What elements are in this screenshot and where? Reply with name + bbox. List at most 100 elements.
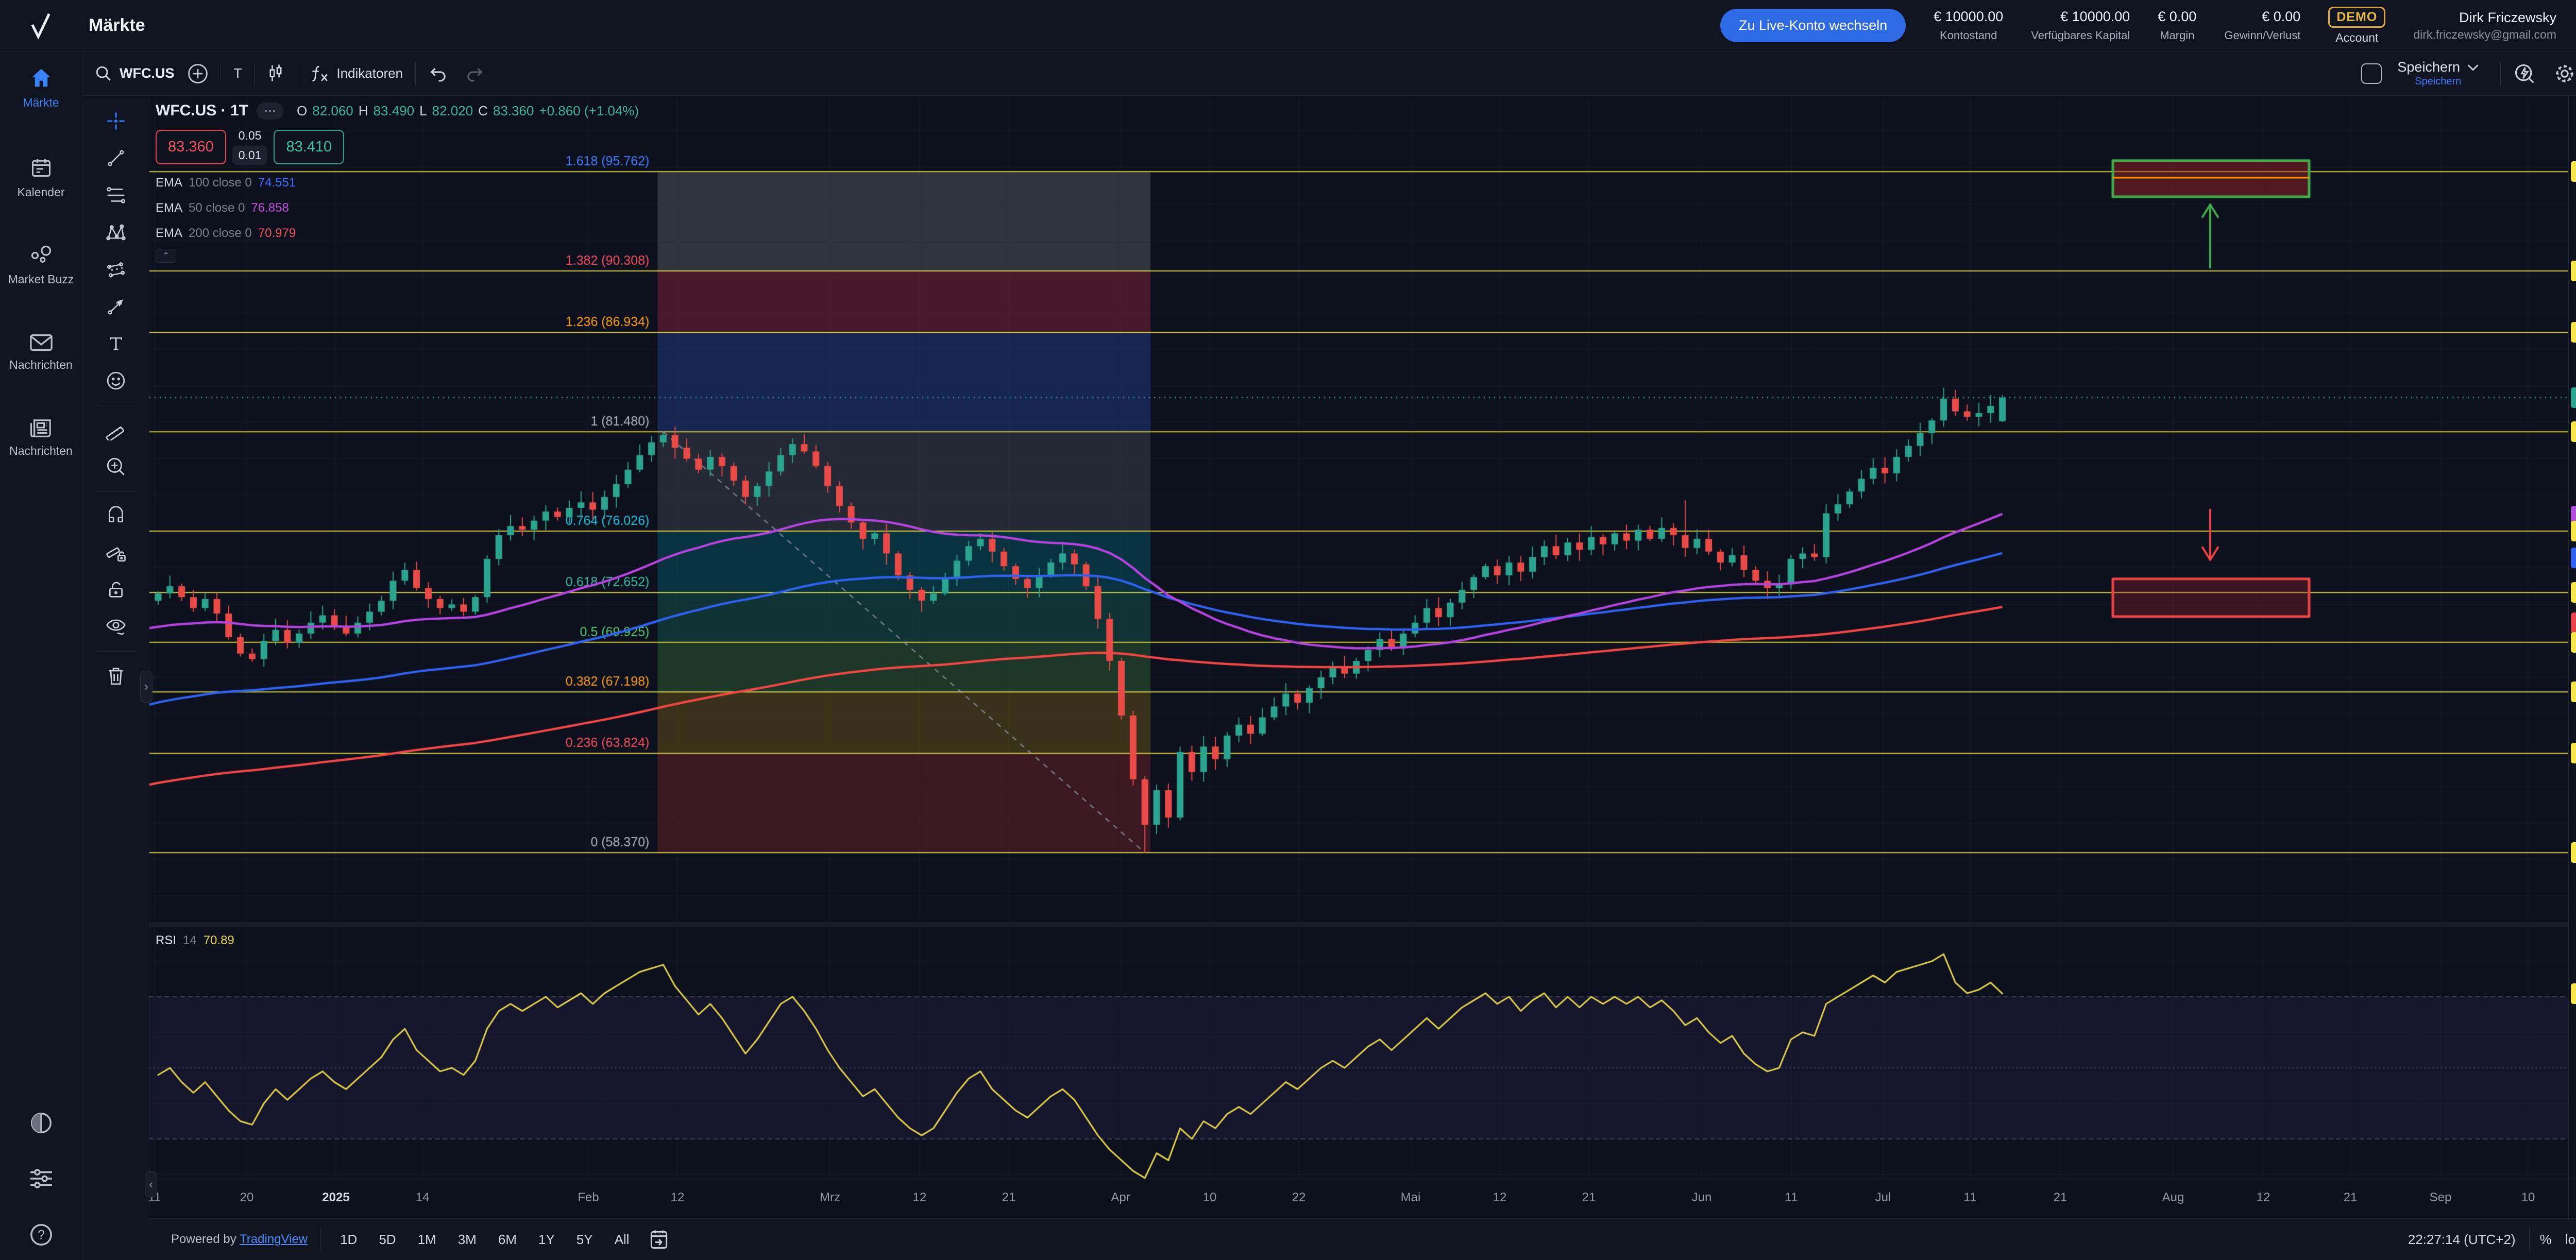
rsi-axis-label: 50.00 — [2569, 1060, 2576, 1075]
time-axis[interactable]: 1120202514Feb12Mrz1221Apr1022Mai1221Jun1… — [149, 1179, 2568, 1218]
legend-collapse-button[interactable]: ⌃ — [156, 249, 176, 263]
demo-badge: DEMO — [2328, 7, 2385, 28]
range-switcher: 1D 5D 1M 3M 6M 1Y 5Y All — [333, 1228, 636, 1252]
price-axis-label: 66.000 — [2569, 706, 2576, 721]
help-icon[interactable]: ? — [29, 1223, 53, 1247]
clock[interactable]: 22:27:14 (UTC+2) — [2408, 1232, 2516, 1248]
price-axis-label: 60.000 — [2569, 815, 2576, 830]
switch-live-account-button[interactable]: Zu Live-Konto wechseln — [1720, 9, 1906, 42]
app-logo[interactable] — [0, 11, 82, 40]
chart-type-candles-icon[interactable] — [267, 64, 284, 83]
remove-drawings-tool[interactable] — [100, 660, 132, 692]
price-axis-badge: 83.360 — [2571, 387, 2576, 408]
axis-collapse-button[interactable]: ‹ — [145, 1171, 157, 1197]
legend-symbol-interval[interactable]: WFC.US · 1T — [156, 102, 248, 120]
text-tool[interactable] — [100, 328, 132, 360]
range-1m[interactable]: 1M — [411, 1228, 444, 1252]
gear-icon[interactable] — [2553, 62, 2576, 85]
sidebar-item-label: Nachrichten — [9, 444, 73, 457]
time-axis-label: 14 — [399, 1190, 446, 1205]
range-5d[interactable]: 5D — [371, 1228, 403, 1252]
price-axis-badge: 86.934 — [2571, 322, 2576, 343]
sidebar-item-nachrichten-mail[interactable]: Nachrichten — [3, 333, 80, 371]
trend-line-tool[interactable] — [100, 142, 132, 174]
emoji-tool[interactable] — [100, 365, 132, 397]
indicator-legend-ema50[interactable]: EMA50 close 0 76.858 — [156, 201, 639, 215]
undo-icon[interactable] — [428, 65, 448, 82]
rsi-axis-label: 60.00 — [2569, 1025, 2576, 1040]
indicators-label: Indikatoren — [336, 65, 403, 81]
indicator-legend-ema100[interactable]: EMA100 close 0 74.551 — [156, 176, 639, 190]
legend-more-icon[interactable]: ⋯ — [257, 103, 283, 120]
compare-add-icon[interactable] — [188, 63, 208, 84]
arrow-marker-tool[interactable] — [100, 291, 132, 322]
parallel-channel-tool[interactable] — [100, 253, 132, 285]
range-6m[interactable]: 6M — [491, 1228, 524, 1252]
time-axis-label: 22 — [1276, 1190, 1322, 1205]
page-title: Märkte — [89, 15, 145, 36]
measure-ruler-tool[interactable] — [100, 414, 132, 446]
time-axis-label: Feb — [565, 1190, 612, 1205]
goto-date-icon[interactable] — [648, 1228, 670, 1251]
bubbles-icon — [29, 245, 54, 266]
account-type: DEMO Account — [2328, 7, 2385, 45]
save-control[interactable]: Speichern Speichern — [2397, 60, 2479, 88]
stat-verfuegbares-kapital: € 10000.00 Verfügbares Kapital — [2031, 9, 2130, 42]
lock-drawings-tool[interactable] — [100, 574, 132, 606]
percent-scale-button[interactable]: % — [2540, 1232, 2552, 1248]
fib-retracement-tool[interactable] — [100, 179, 132, 211]
sidebar-item-kalender[interactable]: Kalender — [3, 157, 80, 199]
xabcd-pattern-tool[interactable] — [100, 216, 132, 248]
symbol-search[interactable]: WFC.US — [95, 65, 174, 82]
sidebar-item-market-buzz[interactable]: Market Buzz — [3, 245, 80, 286]
crosshair-tool[interactable] — [100, 105, 132, 137]
time-axis-label: Aug — [2150, 1190, 2196, 1205]
check-logo-icon — [29, 11, 53, 40]
price-axis-label: 86.000 — [2569, 342, 2576, 356]
contrast-icon[interactable] — [30, 1112, 53, 1134]
time-axis-label: 21 — [2327, 1190, 2374, 1205]
stat-value: € 10000.00 — [1934, 9, 2003, 25]
hide-drawings-tool[interactable] — [100, 611, 132, 643]
price-axis-badge: 76.026 — [2571, 521, 2576, 541]
time-axis-settings[interactable] — [2568, 1179, 2576, 1218]
buy-button[interactable]: 83.410 — [274, 130, 344, 164]
layout-checkbox[interactable] — [2361, 63, 2382, 84]
range-1y[interactable]: 1Y — [531, 1228, 562, 1252]
range-3m[interactable]: 3M — [451, 1228, 484, 1252]
time-axis-label: Jun — [1679, 1190, 1725, 1205]
range-1d[interactable]: 1D — [333, 1228, 364, 1252]
time-axis-label: 21 — [986, 1190, 1032, 1205]
stat-value: € 10000.00 — [2060, 9, 2130, 25]
magnet-tool[interactable] — [100, 500, 132, 532]
range-5y[interactable]: 5Y — [569, 1228, 600, 1252]
rsi-legend[interactable]: RSI 14 70.89 — [156, 933, 234, 948]
sidebar-item-maerkte[interactable]: Märkte — [3, 66, 80, 109]
range-all[interactable]: All — [607, 1228, 637, 1252]
price-axis-badge: 67.198 — [2571, 682, 2576, 702]
zoom-in-tool[interactable] — [100, 451, 132, 483]
rsi-axis-badge: 70.89 — [2571, 983, 2576, 1004]
interval-button[interactable]: T — [233, 65, 242, 81]
tradingview-link[interactable]: TradingView — [240, 1232, 308, 1246]
drawing-mode-tool[interactable] — [100, 537, 132, 569]
time-axis-label: 12 — [2240, 1190, 2286, 1205]
price-axis-label: 78.000 — [2569, 487, 2576, 502]
price-axis-label: 92.000 — [2569, 232, 2576, 247]
sidebar-item-label: Nachrichten — [9, 358, 73, 371]
home-icon — [29, 66, 53, 90]
toolbar-collapse-button[interactable]: › — [140, 671, 152, 703]
indicator-legend-ema200[interactable]: EMA200 close 0 70.979 — [156, 226, 639, 241]
bottom-bar: Powered by TradingView 1D 5D 1M 3M 6M 1Y… — [149, 1218, 2576, 1260]
redo-icon[interactable] — [465, 65, 485, 82]
sidebar-item-label: Market Buzz — [8, 273, 74, 286]
indicators-button[interactable]: Indikatoren — [310, 64, 403, 83]
sidebar-item-nachrichten-news[interactable]: Nachrichten — [3, 417, 80, 457]
price-axis[interactable]: 98.00094.00092.00088.00086.00084.00082.0… — [2568, 96, 2576, 1179]
sell-button[interactable]: 83.360 — [156, 130, 226, 164]
settings-sliders-icon[interactable] — [29, 1168, 53, 1189]
log-scale-button[interactable]: log — [2565, 1232, 2576, 1248]
time-axis-label: 20 — [224, 1190, 270, 1205]
time-axis-label: 2025 — [313, 1190, 359, 1205]
quick-alert-icon[interactable] — [2513, 62, 2536, 85]
